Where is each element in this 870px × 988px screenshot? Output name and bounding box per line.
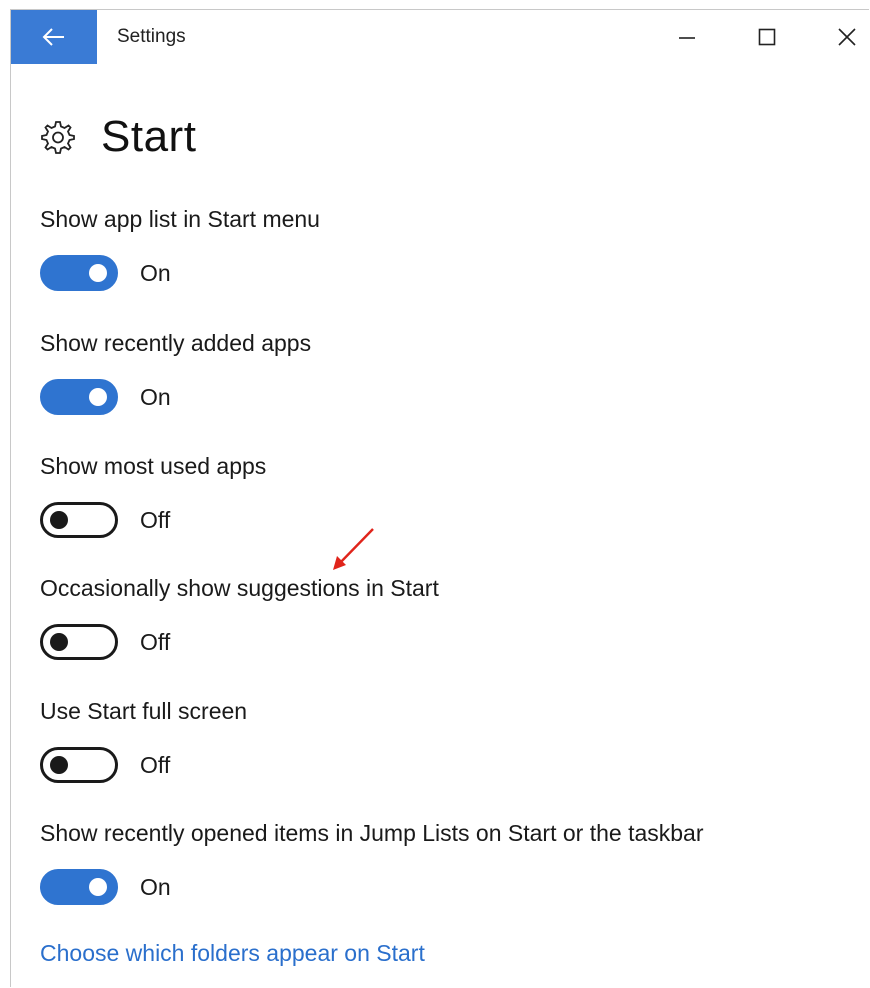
setting-label: Show most used apps bbox=[40, 453, 267, 479]
toggle-state: Off bbox=[140, 506, 171, 533]
toggle-knob bbox=[50, 633, 68, 651]
back-arrow-icon bbox=[42, 28, 64, 46]
toggle-show-recently-added[interactable] bbox=[40, 379, 118, 415]
minimize-icon bbox=[679, 37, 695, 39]
gear-icon bbox=[41, 121, 75, 154]
red-arrow-icon bbox=[333, 528, 374, 570]
toggle-state: On bbox=[140, 259, 171, 286]
title-bar: Settings bbox=[11, 10, 869, 64]
page-header: Start bbox=[39, 112, 196, 162]
setting-label: Occasionally show suggestions in Start bbox=[40, 575, 439, 601]
toggle-state: Off bbox=[140, 751, 171, 778]
setting-jump-lists: Show recently opened items in Jump Lists… bbox=[40, 820, 704, 905]
page-title: Start bbox=[101, 112, 197, 161]
toggle-state: On bbox=[140, 873, 171, 900]
toggle-knob bbox=[89, 388, 107, 406]
setting-label: Show recently added apps bbox=[40, 330, 312, 356]
setting-show-app-list: Show app list in Start menu On bbox=[40, 206, 320, 291]
toggle-jump-lists[interactable] bbox=[40, 869, 118, 905]
close-button[interactable] bbox=[819, 10, 870, 64]
minimize-button[interactable] bbox=[659, 10, 715, 64]
toggle-show-suggestions[interactable] bbox=[40, 624, 118, 660]
back-button[interactable] bbox=[11, 10, 97, 64]
toggle-show-app-list[interactable] bbox=[40, 255, 118, 291]
close-icon bbox=[838, 28, 856, 46]
toggle-knob bbox=[50, 756, 68, 774]
setting-label: Show app list in Start menu bbox=[40, 206, 320, 232]
maximize-button[interactable] bbox=[739, 10, 795, 64]
toggle-show-most-used[interactable] bbox=[40, 502, 118, 538]
toggle-knob bbox=[50, 511, 68, 529]
window-title: Settings bbox=[117, 26, 186, 47]
toggle-knob bbox=[89, 264, 107, 282]
toggle-state: On bbox=[140, 383, 171, 410]
setting-label: Show recently opened items in Jump Lists… bbox=[40, 820, 704, 846]
setting-show-most-used: Show most used apps Off bbox=[40, 453, 266, 538]
toggle-state: Off bbox=[140, 628, 171, 655]
settings-window: Settings Start Show app list in Start me… bbox=[10, 9, 869, 987]
setting-show-recently-added: Show recently added apps On bbox=[40, 330, 311, 415]
toggle-knob bbox=[89, 878, 107, 896]
toggle-full-screen[interactable] bbox=[40, 747, 118, 783]
setting-label: Use Start full screen bbox=[40, 698, 248, 724]
choose-folders-link[interactable]: Choose which folders appear on Start bbox=[40, 940, 425, 967]
maximize-icon bbox=[758, 28, 776, 46]
setting-show-suggestions: Occasionally show suggestions in Start O… bbox=[40, 575, 439, 660]
setting-full-screen: Use Start full screen Off bbox=[40, 698, 247, 783]
